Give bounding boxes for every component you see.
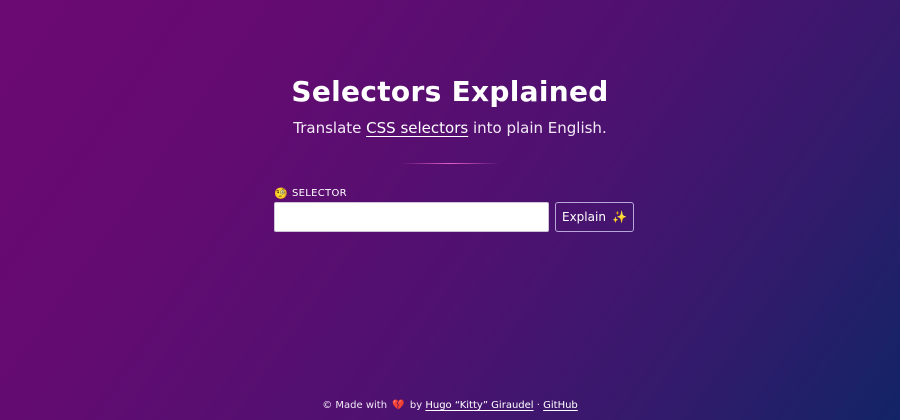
subtitle-text-after: into plain English. xyxy=(468,119,607,137)
selector-form: 🧐 SELECTOR Explain ✨ xyxy=(274,186,634,232)
broken-heart-icon: 💔 xyxy=(392,400,405,411)
selector-input-row: Explain ✨ xyxy=(274,202,634,232)
made-with-text: Made with xyxy=(335,400,388,411)
copyright-symbol: © xyxy=(322,400,333,411)
sparkles-icon: ✨ xyxy=(611,210,627,224)
github-link[interactable]: GitHub xyxy=(543,400,578,411)
by-text: by xyxy=(409,400,423,411)
author-link[interactable]: Hugo “Kitty” Giraudel xyxy=(425,400,533,411)
page-title: Selectors Explained xyxy=(291,75,609,108)
selector-label-text: SELECTOR xyxy=(292,187,347,199)
footer-separator: · xyxy=(536,400,540,411)
subtitle-text-before: Translate xyxy=(293,119,367,137)
page-header: Selectors Explained Translate CSS select… xyxy=(0,74,900,138)
explain-button[interactable]: Explain ✨ xyxy=(555,202,634,232)
explain-button-label: Explain xyxy=(562,210,606,224)
header-divider xyxy=(400,163,500,164)
css-selectors-link[interactable]: CSS selectors xyxy=(366,119,468,137)
page-footer: © Made with 💔 by Hugo “Kitty” Giraudel ·… xyxy=(0,399,900,413)
page-subtitle: Translate CSS selectors into plain Engli… xyxy=(0,118,900,138)
selector-input[interactable] xyxy=(274,202,549,232)
monocle-face-icon: 🧐 xyxy=(274,186,288,200)
selector-label: 🧐 SELECTOR xyxy=(274,186,634,200)
